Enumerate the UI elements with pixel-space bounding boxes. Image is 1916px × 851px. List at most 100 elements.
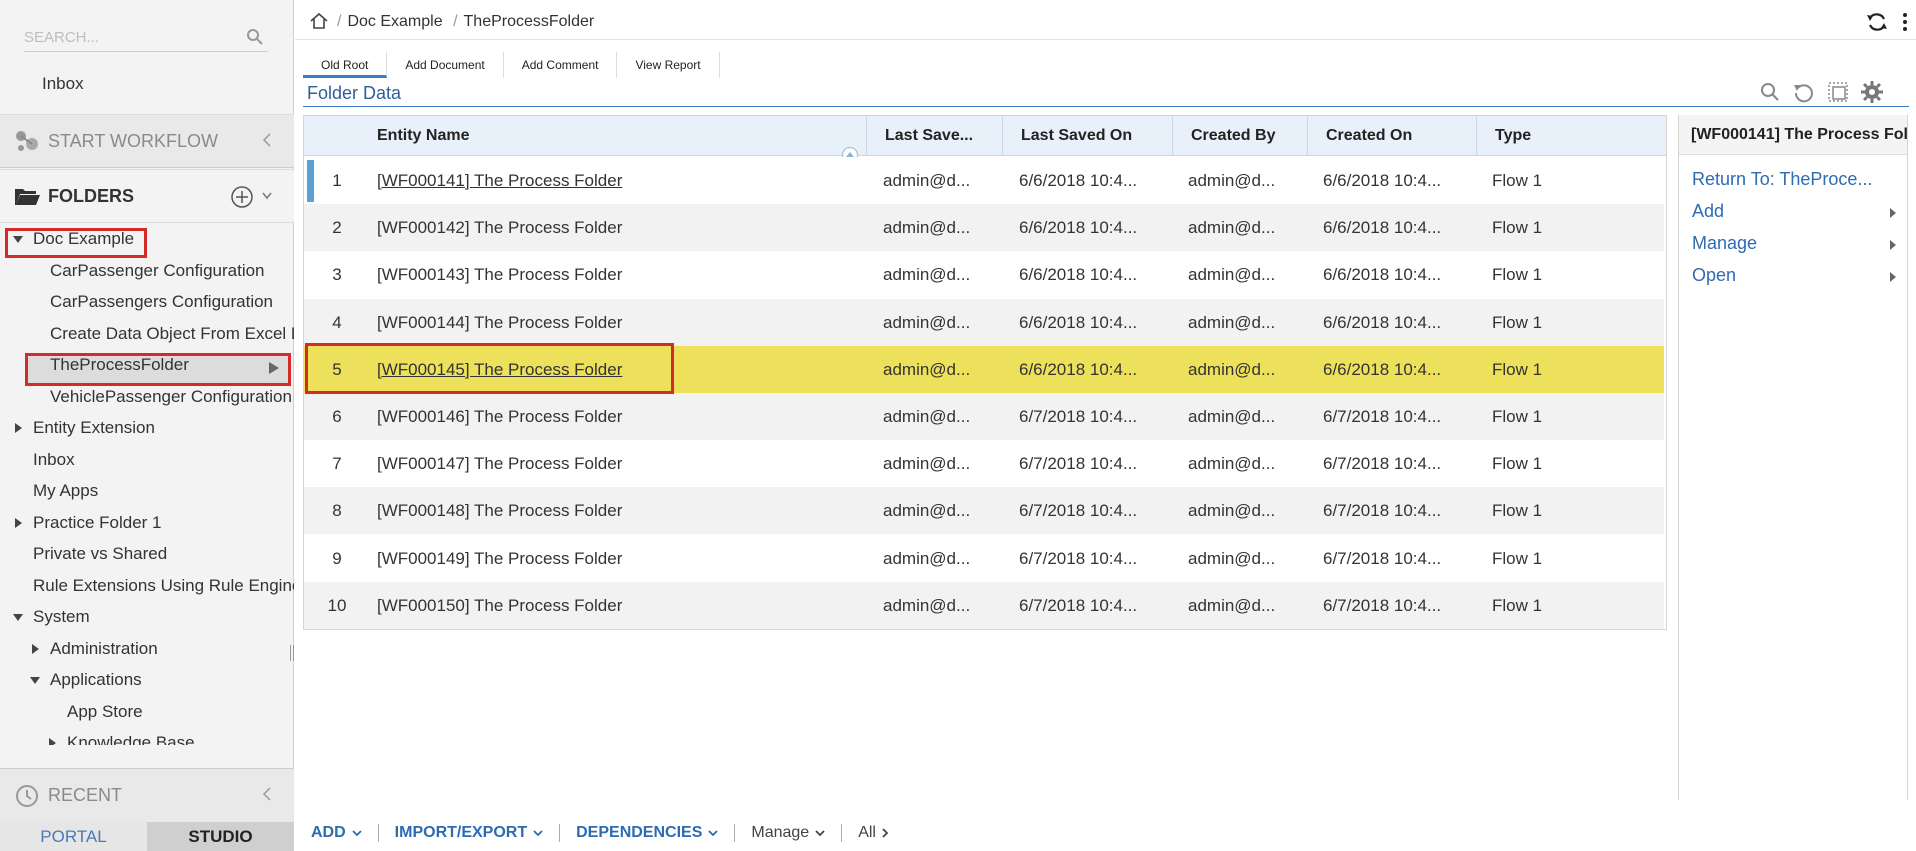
entity-name-link[interactable]: [WF000149] The Process Folder <box>377 535 622 582</box>
chevron-down-icon[interactable] <box>262 192 272 200</box>
sidebar-inbox-link[interactable]: Inbox <box>42 74 84 94</box>
view-report-button[interactable]: View Report <box>617 52 720 78</box>
table-row[interactable]: 4 [WF000144] The Process Folder admin@d...… <box>304 298 1664 346</box>
tree-item[interactable]: Create Data Object From Excel D <box>0 320 294 348</box>
table-row[interactable]: 10 [WF000150] The Process Folder admin@d..… <box>304 581 1664 629</box>
tree-item[interactable]: CarPassengers Configuration <box>0 288 294 316</box>
tree-item[interactable]: My Apps <box>0 477 294 505</box>
sidebar-resize-handle[interactable] <box>290 645 294 661</box>
search-icon[interactable] <box>246 28 264 46</box>
row-number: 9 <box>332 548 342 568</box>
caret-down-icon[interactable] <box>29 674 41 686</box>
tree-item[interactable]: Private vs Shared <box>0 540 294 568</box>
manage-label: Manage <box>751 824 810 841</box>
tree-item[interactable]: CarPassenger Configuration <box>0 257 294 285</box>
search-icon[interactable] <box>1758 80 1782 104</box>
entity-name-link[interactable]: [WF000147] The Process Folder <box>377 440 622 487</box>
caret-right-icon[interactable] <box>12 517 24 529</box>
tree-item[interactable]: System <box>0 603 294 631</box>
created-by-cell: admin@d... <box>1188 359 1276 379</box>
entity-name-link[interactable]: [WF000146] The Process Folder <box>377 393 622 440</box>
entity-name-link[interactable]: [WF000143] The Process Folder <box>377 251 622 298</box>
add-document-button[interactable]: Add Document <box>387 52 504 78</box>
entity-name-link[interactable]: [WF000150] The Process Folder <box>377 582 622 629</box>
breadcrumb-item[interactable]: TheProcessFolder <box>464 13 595 30</box>
chevron-left-icon[interactable] <box>262 133 272 147</box>
last-saved-on-cell: 6/6/2018 10:4... <box>1019 171 1138 190</box>
caret-right-icon[interactable] <box>46 737 58 745</box>
breadcrumb-item[interactable]: Doc Example <box>347 13 442 30</box>
entity-name-link[interactable]: [WF000144] The Process Folder <box>377 299 622 346</box>
manage-menu-button[interactable]: Manage <box>735 824 841 842</box>
context-menu-manage-label: Manage <box>1692 233 1758 253</box>
return-to-link[interactable]: Return To: TheProce... <box>1692 169 1872 190</box>
recent-section[interactable]: RECENT <box>0 768 294 822</box>
tree-item[interactable]: Entity Extension <box>0 414 294 442</box>
start-workflow-section[interactable]: START WORKFLOW <box>0 114 294 168</box>
tree-item[interactable]: App Store <box>0 698 294 726</box>
last-saved-on-cell: 6/6/2018 10:4... <box>1019 265 1138 285</box>
tab-studio[interactable]: STUDIO <box>147 822 294 851</box>
table-row[interactable]: 7 [WF000147] The Process Folder admin@d...… <box>304 440 1664 488</box>
table-row[interactable]: 1 [WF000141] The Process Folder admin@d...… <box>304 157 1664 204</box>
column-header-type[interactable]: Type <box>1476 116 1666 156</box>
import-export-menu-button[interactable]: IMPORT/EXPORT <box>379 824 559 842</box>
folders-section[interactable]: FOLDERS <box>0 169 294 223</box>
home-icon[interactable] <box>309 12 329 30</box>
entity-name-link[interactable]: [WF000148] The Process Folder <box>377 487 622 534</box>
last-saved-on-cell: 6/6/2018 10:4... <box>1019 312 1138 332</box>
tree-item[interactable]: Practice Folder 1 <box>0 509 294 537</box>
chevron-left-icon[interactable] <box>262 787 272 801</box>
start-workflow-label: START WORKFLOW <box>48 130 219 151</box>
breadcrumb: / Doc Example / TheProcessFolder <box>337 13 595 30</box>
tree-item[interactable]: Rule Extensions Using Rule Engine <box>0 572 294 600</box>
context-menu-add[interactable]: Add <box>1692 201 1902 222</box>
add-folder-icon[interactable] <box>230 185 254 209</box>
current-row-marker <box>307 160 314 202</box>
add-menu-button[interactable]: ADD <box>295 824 378 842</box>
add-comment-button[interactable]: Add Comment <box>504 52 618 78</box>
caret-right-icon[interactable] <box>12 422 24 434</box>
tree-item[interactable]: Applications <box>0 666 294 694</box>
search-input[interactable] <box>24 24 234 50</box>
tree-item-label: Practice Folder 1 <box>33 512 162 532</box>
entity-name-link[interactable]: [WF000141] The Process Folder <box>377 157 622 204</box>
context-menu-open[interactable]: Open <box>1692 265 1902 286</box>
table-row[interactable]: 8 [WF000148] The Process Folder admin@d...… <box>304 487 1664 535</box>
created-on-cell: 6/6/2018 10:4... <box>1323 218 1442 238</box>
column-header-last-saved-by[interactable]: Last Save... <box>866 116 1002 156</box>
sync-icon[interactable] <box>1866 11 1888 33</box>
old-root-button[interactable]: Old Root <box>303 52 388 78</box>
tree-item[interactable]: Knowledge Base <box>0 729 294 745</box>
context-menu-manage[interactable]: Manage <box>1692 233 1902 254</box>
dependencies-menu-button[interactable]: DEPENDENCIES <box>560 824 734 842</box>
caret-down-icon[interactable] <box>12 611 24 623</box>
last-saved-by-cell: admin@d... <box>883 171 971 190</box>
table-row[interactable]: 9 [WF000149] The Process Folder admin@d...… <box>304 534 1664 582</box>
column-header-created-on[interactable]: Created On <box>1307 116 1476 156</box>
column-header-created-by[interactable]: Created By <box>1172 116 1307 156</box>
tree-item[interactable]: VehiclePassenger Configuration <box>0 383 294 411</box>
entity-name-link[interactable]: [WF000142] The Process Folder <box>377 204 622 251</box>
table-row[interactable]: 2 [WF000142] The Process Folder admin@d...… <box>304 204 1664 252</box>
created-by-cell: admin@d... <box>1188 265 1276 285</box>
refresh-icon[interactable] <box>1792 80 1816 104</box>
gear-icon[interactable] <box>1860 80 1884 104</box>
select-all-icon[interactable] <box>1826 80 1850 104</box>
tree-item-label: Administration <box>50 638 158 658</box>
created-by-cell: admin@d... <box>1188 501 1276 521</box>
tab-portal[interactable]: PORTAL <box>0 822 147 851</box>
more-vertical-icon[interactable] <box>1900 12 1910 32</box>
tree-item-label: Applications <box>50 670 142 689</box>
mode-tabs: PORTAL STUDIO <box>0 822 294 851</box>
all-menu-button[interactable]: All <box>842 824 905 842</box>
table-row[interactable]: 3 [WF000143] The Process Folder admin@d...… <box>304 251 1664 299</box>
column-header-entity-name[interactable]: Entity Name <box>359 116 874 156</box>
caret-right-icon[interactable] <box>29 643 41 655</box>
workflow-icon <box>16 131 38 151</box>
tree-item[interactable]: Inbox <box>0 446 294 474</box>
tree-item[interactable]: Administration <box>0 635 294 663</box>
type-cell: Flow 1 <box>1492 218 1543 238</box>
column-header-last-saved-on[interactable]: Last Saved On <box>1002 116 1172 156</box>
table-row[interactable]: 6 [WF000146] The Process Folder admin@d...… <box>304 393 1664 440</box>
